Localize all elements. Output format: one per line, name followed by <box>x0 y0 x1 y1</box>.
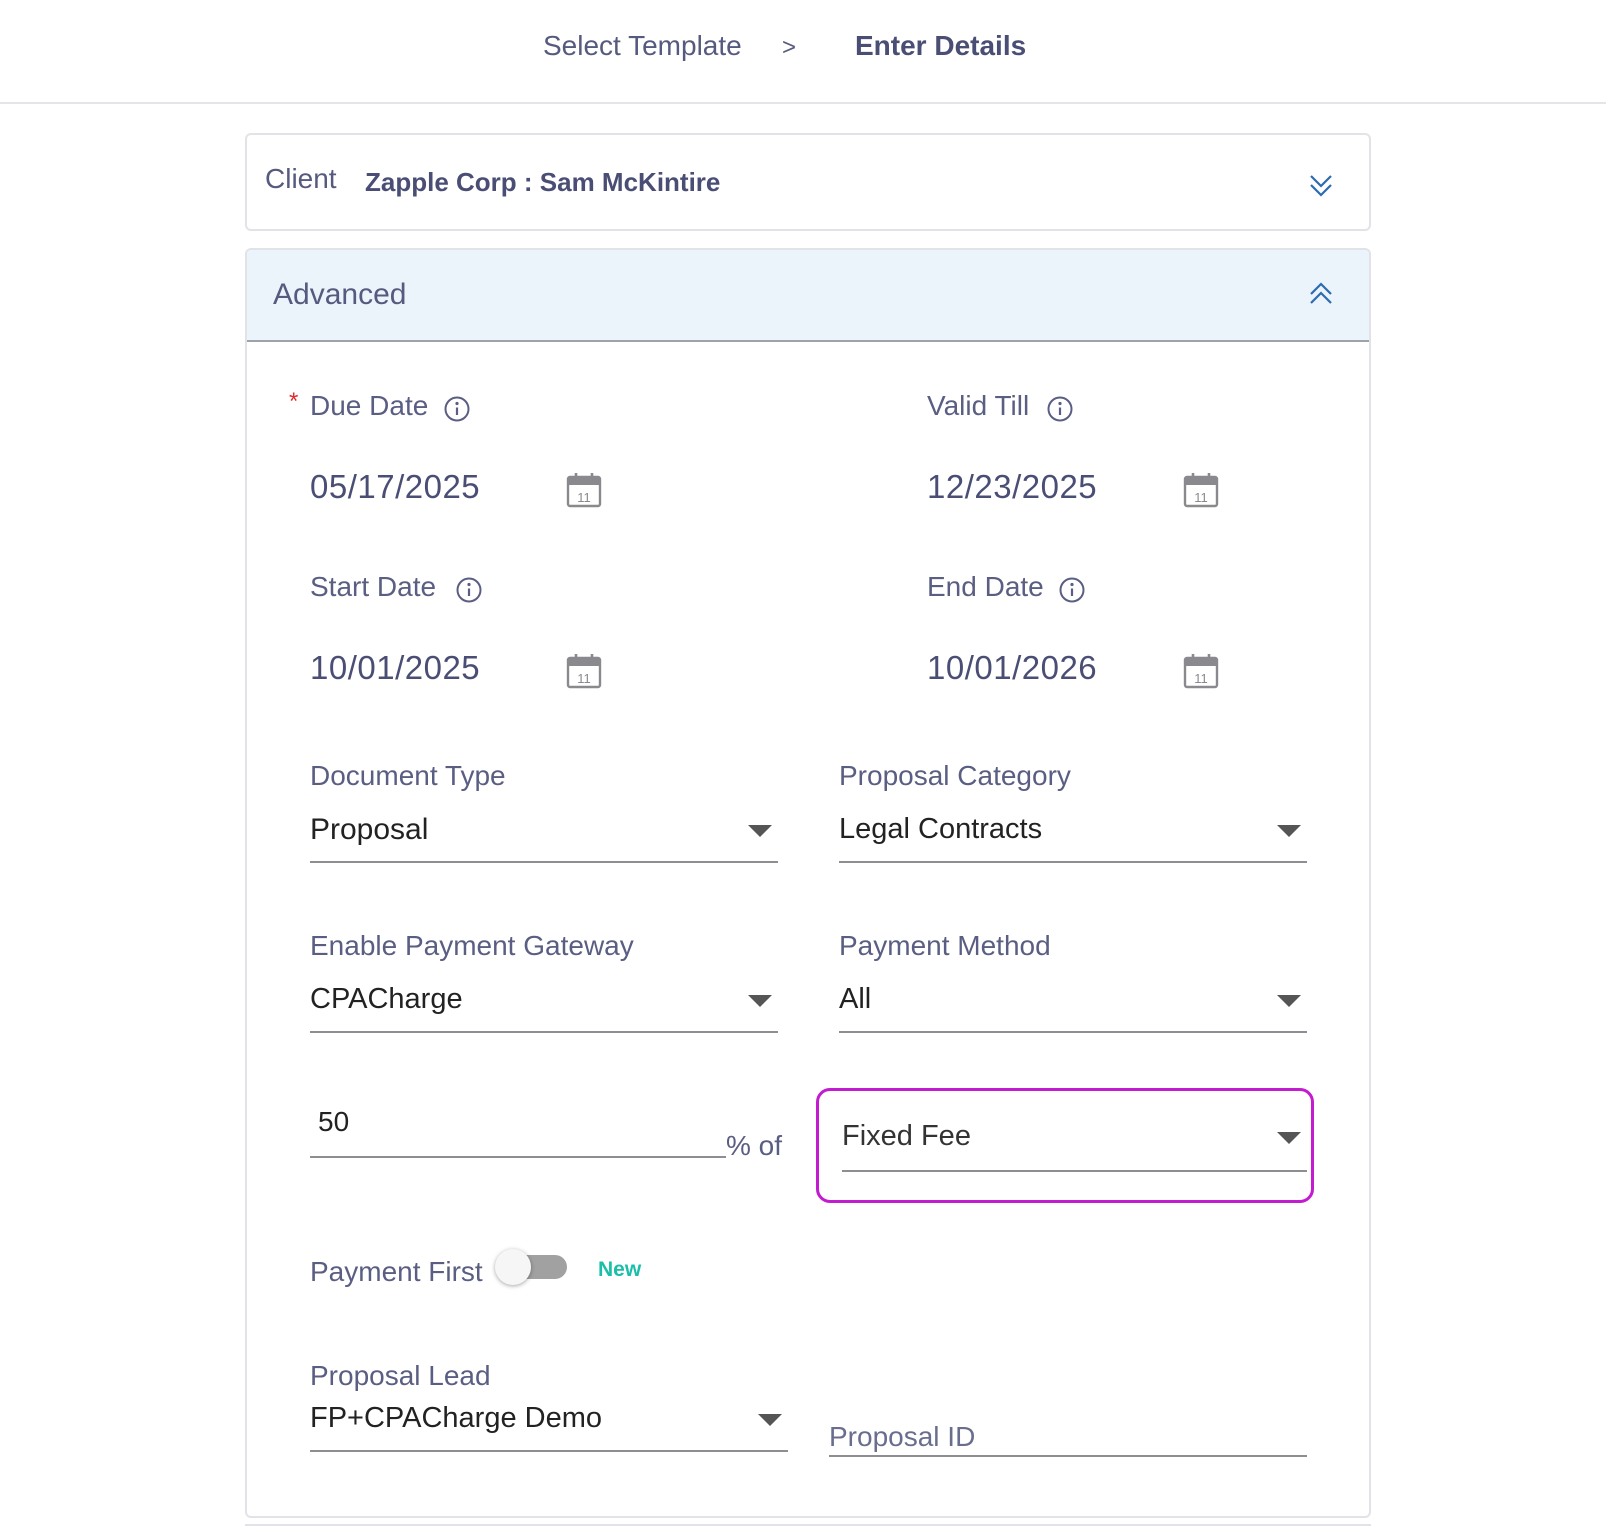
calendar-icon[interactable]: 11 <box>1182 652 1220 690</box>
calendar-day: 11 <box>577 490 591 505</box>
payment-gateway-label: Enable Payment Gateway <box>310 930 634 961</box>
client-card[interactable]: Client Zapple Corp : Sam McKintire <box>245 133 1371 231</box>
calendar-day: 11 <box>577 671 591 686</box>
advanced-section: Advanced * Due Date 05/17/2025 11 Valid … <box>245 248 1371 1518</box>
calendar-icon[interactable]: 11 <box>565 471 603 509</box>
valid-till-label: Valid Till <box>927 390 1030 421</box>
percent-value: 50 <box>318 1106 350 1137</box>
calendar-day: 11 <box>1194 490 1208 505</box>
due-date-value[interactable]: 05/17/2025 <box>310 468 480 506</box>
payment-method-label: Payment Method <box>839 930 1051 961</box>
breadcrumb-enter-details: Enter Details <box>855 30 1027 61</box>
document-type-value: Proposal <box>310 813 429 846</box>
end-date-label: End Date <box>927 571 1044 602</box>
proposal-lead-select[interactable]: FP+CPACharge Demo <box>310 1392 788 1452</box>
payment-method-value: All <box>839 983 872 1015</box>
info-icon[interactable] <box>1058 576 1086 604</box>
start-date-value[interactable]: 10/01/2025 <box>310 649 480 687</box>
double-chevron-down-icon[interactable] <box>1305 169 1337 201</box>
dropdown-arrow-icon <box>1277 825 1301 837</box>
dropdown-arrow-icon <box>1277 1132 1301 1144</box>
required-mark: * <box>289 388 299 415</box>
proposal-category-label: Proposal Category <box>839 760 1071 791</box>
breadcrumb-separator: > <box>782 34 797 61</box>
info-icon[interactable] <box>443 395 471 423</box>
advanced-title: Advanced <box>273 278 407 311</box>
dropdown-arrow-icon <box>748 995 772 1007</box>
calendar-day: 11 <box>1194 671 1208 686</box>
due-date-label-text: Due Date <box>310 390 429 421</box>
info-icon[interactable] <box>455 576 483 604</box>
percent-input[interactable]: 50 <box>310 1096 726 1158</box>
percent-of-label: % of <box>726 1130 783 1161</box>
document-type-label: Document Type <box>310 760 506 791</box>
calendar-icon[interactable]: 11 <box>1182 471 1220 509</box>
info-icon[interactable] <box>1046 395 1074 423</box>
payment-first-label: Payment First <box>310 1256 483 1287</box>
end-date-value[interactable]: 10/01/2026 <box>927 649 1097 687</box>
proposal-id-input[interactable]: Proposal ID <box>829 1421 1307 1457</box>
proposal-lead-label: Proposal Lead <box>310 1360 491 1391</box>
valid-till-value[interactable]: 12/23/2025 <box>927 468 1097 506</box>
proposal-id-placeholder: Proposal ID <box>829 1421 976 1452</box>
payment-gateway-select[interactable]: CPACharge <box>310 973 778 1033</box>
document-type-select[interactable]: Proposal <box>310 803 778 863</box>
client-label: Client <box>265 163 337 194</box>
new-badge: New <box>598 1258 642 1281</box>
calendar-icon[interactable]: 11 <box>565 652 603 690</box>
dropdown-arrow-icon <box>1277 995 1301 1007</box>
payment-method-select[interactable]: All <box>839 973 1307 1033</box>
dropdown-arrow-icon <box>758 1414 782 1426</box>
proposal-category-value: Legal Contracts <box>839 813 1043 845</box>
fee-basis-value: Fixed Fee <box>842 1120 971 1152</box>
breadcrumb: Select Template > Enter Details <box>0 0 1606 104</box>
toggle-knob <box>495 1249 531 1285</box>
fee-basis-select[interactable]: Fixed Fee <box>842 1110 1307 1172</box>
client-value: Zapple Corp : Sam McKintire <box>365 167 721 197</box>
advanced-header[interactable]: Advanced <box>247 250 1369 342</box>
breadcrumb-select-template[interactable]: Select Template <box>543 30 742 62</box>
start-date-label: Start Date <box>310 571 437 602</box>
dropdown-arrow-icon <box>748 825 772 837</box>
payment-first-toggle[interactable] <box>495 1249 567 1285</box>
proposal-category-select[interactable]: Legal Contracts <box>839 803 1307 863</box>
proposal-lead-value: FP+CPACharge Demo <box>310 1402 602 1434</box>
double-chevron-up-icon[interactable] <box>1305 278 1337 310</box>
due-date-label: * Due Date <box>289 388 429 422</box>
next-section-divider <box>245 1524 1371 1526</box>
payment-gateway-value: CPACharge <box>310 983 463 1015</box>
